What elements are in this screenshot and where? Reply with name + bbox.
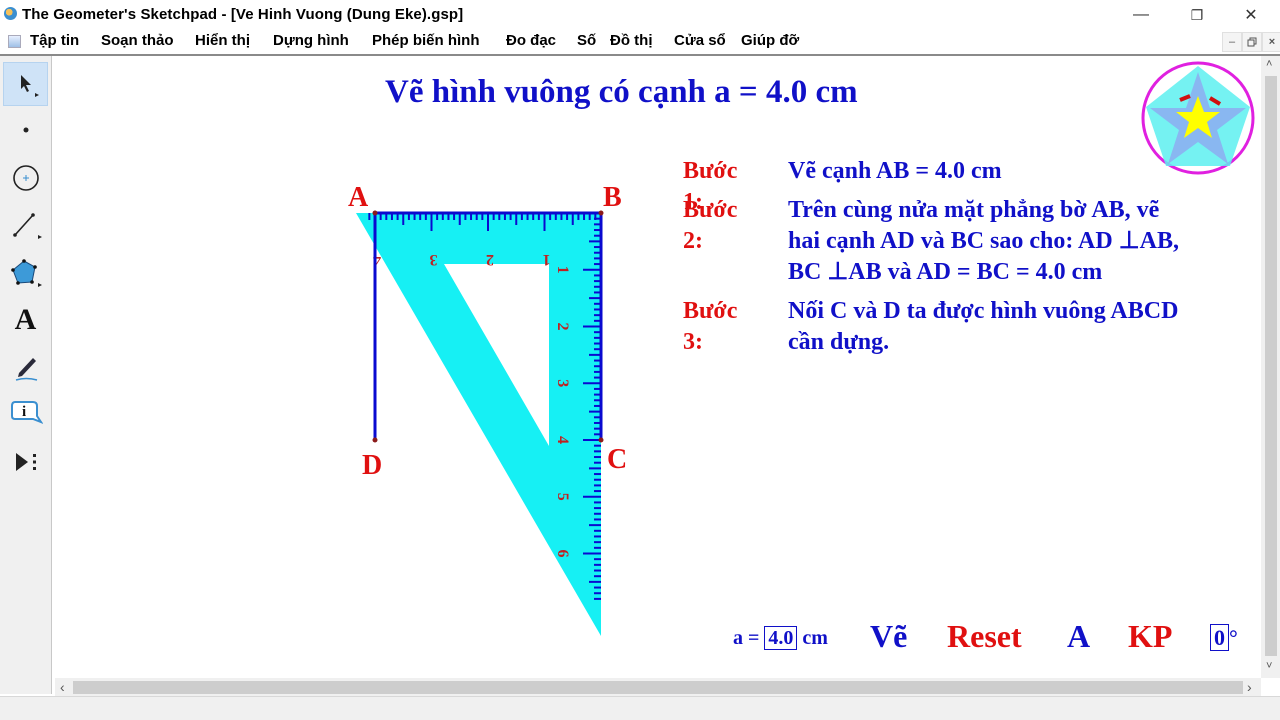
- hide-button[interactable]: A: [1067, 618, 1090, 655]
- draw-button[interactable]: Vẽ: [870, 618, 907, 655]
- label-b: B: [603, 182, 622, 213]
- angle-parameter: 0 °: [1210, 624, 1238, 651]
- ruler-label: 1: [554, 266, 571, 274]
- reset-button[interactable]: Reset: [947, 618, 1022, 655]
- vertical-scrollbar[interactable]: ˄ ˅: [1261, 56, 1280, 678]
- a-unit: cm: [802, 627, 828, 649]
- scroll-down-arrow-icon[interactable]: ˅: [1266, 660, 1272, 672]
- label-c: C: [607, 444, 628, 475]
- geometry-figure: 4321 123456: [356, 210, 604, 636]
- angle-value-input[interactable]: 0: [1210, 624, 1229, 651]
- set-square[interactable]: [356, 213, 601, 636]
- vertical-scroll-thumb[interactable]: [1265, 76, 1277, 656]
- degree-symbol: °: [1229, 625, 1238, 650]
- ruler-label: 5: [554, 493, 571, 501]
- a-value-input[interactable]: 4.0: [764, 626, 798, 650]
- ruler-label: 2: [486, 251, 494, 268]
- restore-kp-button[interactable]: KP: [1128, 618, 1172, 655]
- status-bar: [0, 696, 1280, 720]
- label-d: D: [362, 450, 383, 481]
- ruler-label: 3: [554, 379, 571, 387]
- ruler-label: 4: [554, 436, 571, 444]
- a-parameter: a = 4.0 cm: [733, 626, 828, 650]
- ruler-label: 1: [543, 251, 551, 268]
- ruler-label: 2: [554, 323, 571, 331]
- point-a[interactable]: [372, 210, 378, 216]
- ruler-label: 6: [554, 550, 571, 558]
- horizontal-scroll-thumb[interactable]: [73, 681, 1243, 694]
- point-c[interactable]: [598, 437, 604, 443]
- point-d[interactable]: [372, 437, 378, 443]
- scroll-up-arrow-icon[interactable]: ˄: [1266, 58, 1272, 70]
- horizontal-scrollbar[interactable]: ‹ ›: [55, 678, 1261, 696]
- label-a: A: [348, 182, 369, 213]
- a-label: a =: [733, 627, 760, 649]
- ruler-label: 3: [430, 251, 438, 268]
- scroll-right-arrow-icon[interactable]: ›: [1247, 679, 1252, 695]
- scroll-left-arrow-icon[interactable]: ‹: [60, 679, 65, 695]
